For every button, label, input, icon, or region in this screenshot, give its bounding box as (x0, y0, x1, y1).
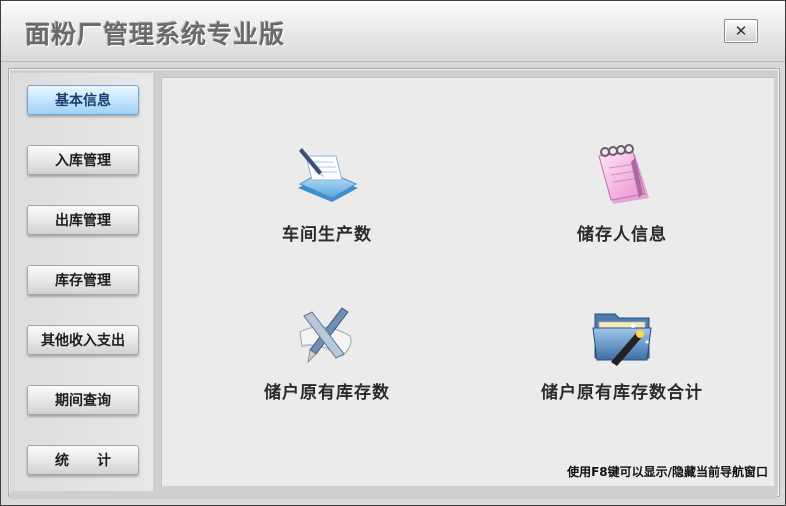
nav-other-income-expense-button[interactable]: 其他收入支出 (27, 325, 139, 355)
nav-label: 入库管理 (55, 153, 111, 169)
nav-inventory-button[interactable]: 库存管理 (27, 265, 139, 295)
item-label: 车间生产数 (282, 225, 372, 245)
depositor-original-stock-item[interactable]: 储户原有库存数 (247, 302, 407, 403)
close-icon: ✕ (734, 22, 748, 40)
item-label: 储存人信息 (577, 225, 667, 245)
nav-label: 库存管理 (55, 273, 111, 289)
workshop-production-item[interactable]: 车间生产数 (272, 144, 382, 245)
pen-scroll-icon (299, 307, 352, 363)
close-button[interactable]: ✕ (724, 19, 758, 43)
notepad-pen-icon (298, 148, 358, 202)
item-label: 储户原有库存数 (264, 383, 390, 403)
depositor-info-item[interactable]: 储存人信息 (557, 144, 687, 245)
nav-outbound-button[interactable]: 出库管理 (27, 205, 139, 235)
f8-hint-text: 使用F8键可以显示/隐藏当前导航窗口 (567, 465, 768, 479)
bottom-border (9, 493, 777, 499)
item-label: 储户原有库存数合计 (541, 383, 703, 403)
nav-label: 基本信息 (55, 93, 111, 109)
nav-label: 期间查询 (55, 393, 111, 409)
nav-statistics-button[interactable]: 统 计 (27, 445, 139, 475)
app-window: 面粉厂管理系统专业版 ✕ 基本信息 入库管理 出库管理 库存管理 其他收入支出 … (0, 0, 786, 506)
nav-label: 其他收入支出 (41, 333, 125, 349)
title-bar: 面粉厂管理系统专业版 ✕ (1, 1, 785, 62)
depositor-original-stock-total-item[interactable]: 储户原有库存数合计 (527, 302, 717, 403)
spiral-notebook-icon (598, 144, 649, 204)
nav-inbound-button[interactable]: 入库管理 (27, 145, 139, 175)
nav-period-query-button[interactable]: 期间查询 (27, 385, 139, 415)
window-title: 面粉厂管理系统专业版 (25, 20, 286, 49)
folder-wand-icon (592, 313, 652, 366)
navigation-sidebar: 基本信息 入库管理 出库管理 库存管理 其他收入支出 期间查询 统 计 (11, 73, 153, 491)
nav-label: 出库管理 (55, 213, 111, 229)
content-panel: 车间生产数 储存人信息 储户原有库存数 储户原有库存数合计 使用F8键可以显示/… (161, 77, 774, 486)
nav-label: 统 计 (55, 453, 111, 469)
nav-basic-info-button[interactable]: 基本信息 (27, 85, 139, 115)
